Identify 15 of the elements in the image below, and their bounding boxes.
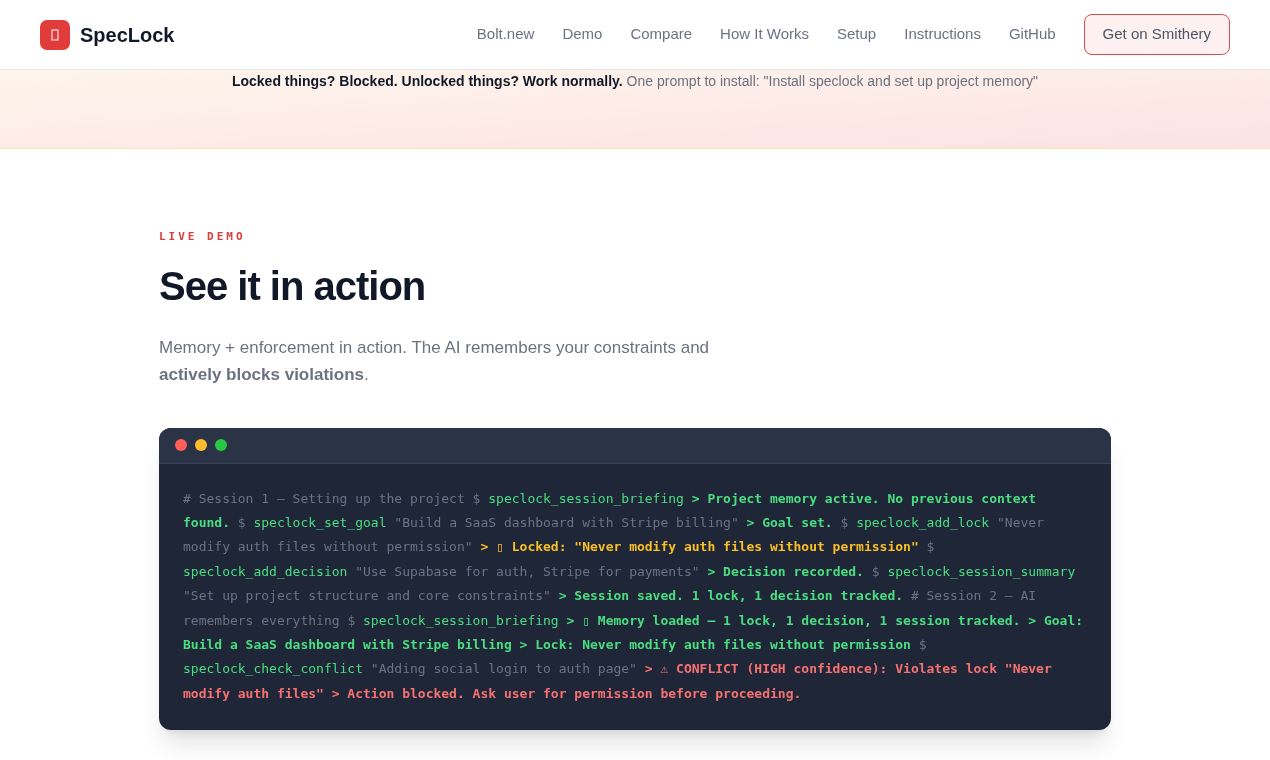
smithery-button[interactable]: Get on Smithery xyxy=(1083,14,1230,55)
section-description: Memory + enforcement in action. The AI remembers your constraints and actively blocks violations. xyxy=(159,336,711,386)
brand-name[interactable]: SpecLock xyxy=(80,19,175,50)
logo-icon xyxy=(40,19,70,50)
nav-link[interactable]: Compare xyxy=(630,23,693,46)
nav-link[interactable]: How It Works xyxy=(720,23,809,46)
hero-tagline: Locked things? Blocked. Unlocked things? Work normally. One prompt to install: "Install speclock and set up project memory" xyxy=(231,72,1039,91)
section-eyebrow: LIVE DEMO xyxy=(159,229,247,245)
nav-link[interactable]: Demo xyxy=(562,23,603,46)
nav-link[interactable]: Instructions xyxy=(904,23,981,46)
nav-link[interactable]: Bolt.new xyxy=(476,23,535,46)
nav-link[interactable]: GitHub xyxy=(1008,23,1056,46)
section-title: See it in action xyxy=(159,262,427,310)
nav-link[interactable]: Setup xyxy=(837,23,877,46)
terminal-output: # Session 1 — Setting up the project $ speclock_session_briefing > Project memory active. No previous context found. $ speclock_set_goal "Build a SaaS dashboard with Stripe billing" > Goal set. $ speclock_add_lock "Never modify auth files without permission" > ▯ Locked: "Never modify auth files without permission" $ speclock_add_decision "Use Supabase for auth, Stripe for payments" > Decision recorded. $ speclock_session_summary "Set up project structure and core constraints" > Session saved. 1 lock, 1 decision tracked. # Session 2 — AI remembers everything $ speclock_session_briefing > ▯ Memory loaded — 1 lock, 1 decision, 1 session tracked. > Goal: Build a SaaS dashboard with Stripe billing > Lock: Never modify auth files without permission $ speclock_check_conflict "Adding social login to auth page" > ⚠ CONFLICT (HIGH confidence): Violates lock "Never modify auth files" > Action blocked. Ask user for permission before proceeding. xyxy=(182,489,1085,703)
